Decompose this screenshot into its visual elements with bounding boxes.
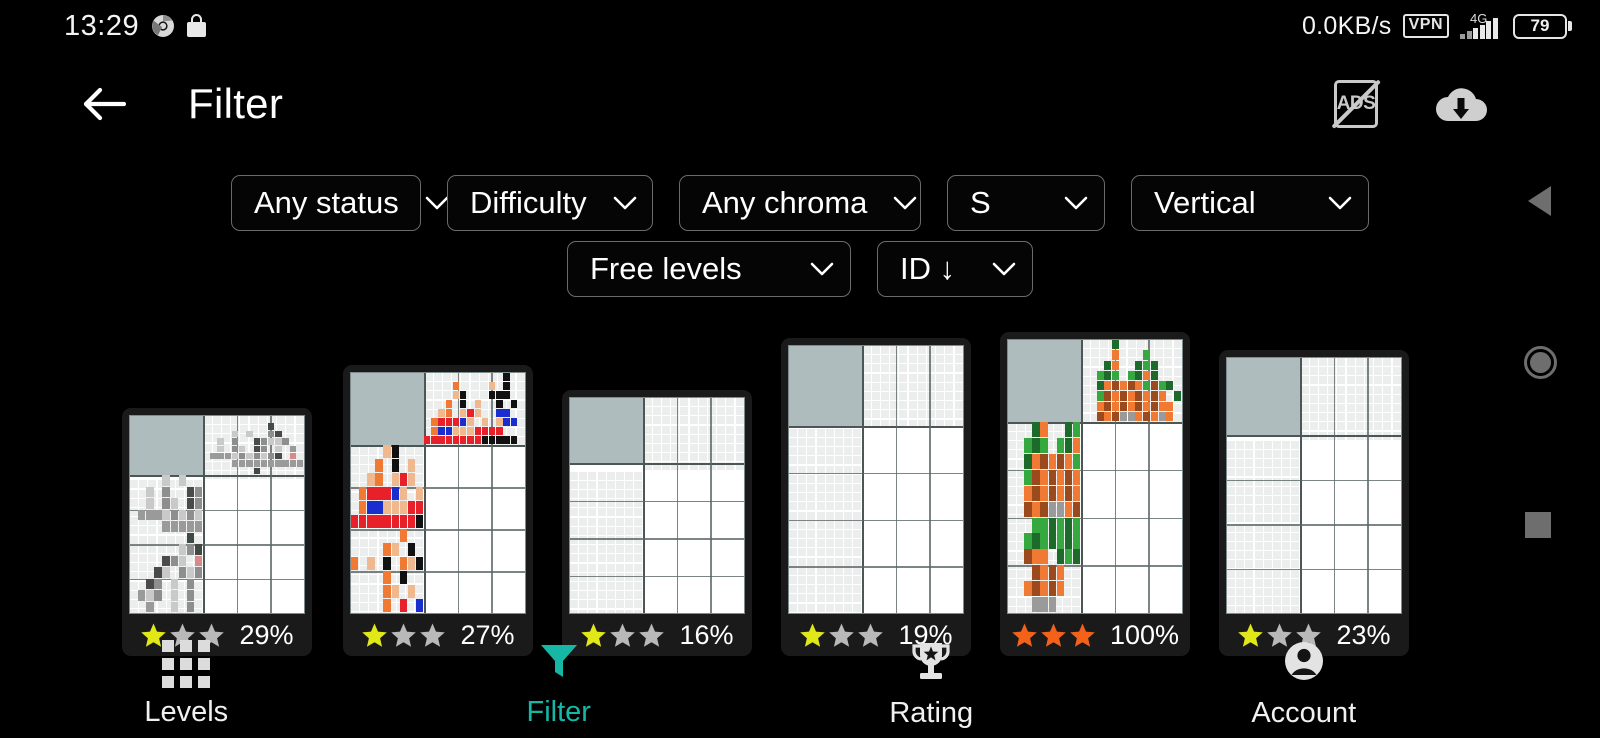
funnel-icon xyxy=(537,639,581,688)
nav-levels[interactable]: Levels xyxy=(0,630,373,738)
chroma-filter[interactable]: Any chroma xyxy=(679,175,921,231)
chrome-icon xyxy=(151,14,175,38)
clue-corner xyxy=(1008,340,1081,422)
app-bar: Filter ADS xyxy=(0,60,1600,148)
size-filter[interactable]: S xyxy=(947,175,1105,231)
no-ads-icon[interactable]: ADS xyxy=(1328,76,1384,132)
level-thumbnail xyxy=(1226,357,1402,614)
status-filter[interactable]: Any status xyxy=(231,175,449,231)
status-filter-value: Any status xyxy=(254,185,399,220)
nonogram-grid xyxy=(570,398,744,613)
clue-corner xyxy=(130,416,203,475)
level-thumbnail xyxy=(788,345,964,614)
nonogram-grid xyxy=(1008,340,1182,613)
system-back-icon[interactable] xyxy=(1528,186,1551,216)
page-title: Filter xyxy=(188,80,284,127)
clue-corner xyxy=(1227,358,1300,435)
nav-filter[interactable]: Filter xyxy=(373,630,746,738)
nonogram-grid xyxy=(789,346,963,613)
sort-filter-value: ID ↓ xyxy=(900,251,956,286)
filter-row-2: Free levels ID ↓ xyxy=(0,241,1600,297)
level-thumbnail xyxy=(1007,339,1183,614)
nav-levels-label: Levels xyxy=(144,695,229,728)
system-recents-icon[interactable] xyxy=(1525,512,1551,538)
bottom-navigation: Levels Filter Rating Account xyxy=(0,630,1490,738)
system-navigation-bar xyxy=(1490,0,1600,738)
difficulty-filter-value: Difficulty xyxy=(470,185,587,220)
level-thumbnail xyxy=(129,415,305,614)
nav-rating-label: Rating xyxy=(889,697,974,729)
nonogram-grid xyxy=(351,373,525,613)
nav-filter-label: Filter xyxy=(526,696,591,728)
chevron-down-icon xyxy=(1038,196,1088,211)
network-speed: 0.0KB/s xyxy=(1301,11,1392,40)
level-card-5[interactable]: 100% xyxy=(1000,332,1190,656)
clue-corner xyxy=(351,373,424,445)
pricing-filter[interactable]: Free levels xyxy=(567,241,851,297)
status-time: 13:29 xyxy=(64,9,140,42)
chevron-down-icon xyxy=(587,196,637,211)
nonogram-grid xyxy=(130,416,304,613)
chevron-down-icon xyxy=(784,262,834,277)
chevron-down-icon xyxy=(966,262,1016,277)
sort-filter[interactable]: ID ↓ xyxy=(877,241,1033,297)
level-card-list: 29% 27% 16% 19% 100% 23% xyxy=(0,330,1600,656)
grid-icon xyxy=(162,639,211,688)
system-home-icon[interactable] xyxy=(1524,346,1557,379)
level-thumbnail xyxy=(350,372,526,614)
level-card-2[interactable]: 27% xyxy=(343,365,533,656)
nav-account[interactable]: Account xyxy=(1118,630,1491,738)
status-bar: 13:29 0.0KB/s VPN 4G 79 xyxy=(0,0,1600,52)
chevron-down-icon xyxy=(867,196,917,211)
difficulty-filter[interactable]: Difficulty xyxy=(447,175,653,231)
nonogram-grid xyxy=(1227,358,1401,613)
app-bar-actions: ADS xyxy=(1328,76,1490,132)
chevron-down-icon xyxy=(399,196,449,211)
level-thumbnail xyxy=(569,397,745,614)
person-icon xyxy=(1281,638,1327,689)
trophy-icon xyxy=(908,638,954,689)
back-arrow-icon[interactable] xyxy=(72,72,136,136)
status-bar-left: 13:29 xyxy=(64,9,207,43)
cloud-download-icon[interactable] xyxy=(1432,81,1490,127)
app-screen: 13:29 0.0KB/s VPN 4G 79 Filter Any statu… xyxy=(0,0,1600,738)
level-card-3[interactable]: 16% xyxy=(562,390,752,656)
level-card-6[interactable]: 23% xyxy=(1219,350,1409,656)
level-card-1[interactable]: 29% xyxy=(122,408,312,656)
filter-controls: Any status Difficulty Any chroma S Vertical … xyxy=(0,175,1600,307)
vpn-badge: VPN xyxy=(1402,14,1449,38)
chevron-down-icon xyxy=(1302,196,1352,211)
nav-rating[interactable]: Rating xyxy=(745,630,1118,738)
filter-row-1: Any status Difficulty Any chroma S Vertical xyxy=(0,175,1600,231)
nav-account-label: Account xyxy=(1251,697,1357,729)
clue-corner xyxy=(789,346,862,426)
chroma-filter-value: Any chroma xyxy=(702,185,868,220)
size-filter-value: S xyxy=(970,185,991,220)
lock-icon xyxy=(187,14,207,38)
orientation-filter[interactable]: Vertical xyxy=(1131,175,1369,231)
orientation-filter-value: Vertical xyxy=(1154,185,1256,220)
pricing-filter-value: Free levels xyxy=(590,251,742,286)
level-card-4[interactable]: 19% xyxy=(781,338,971,656)
clue-corner xyxy=(570,398,643,463)
